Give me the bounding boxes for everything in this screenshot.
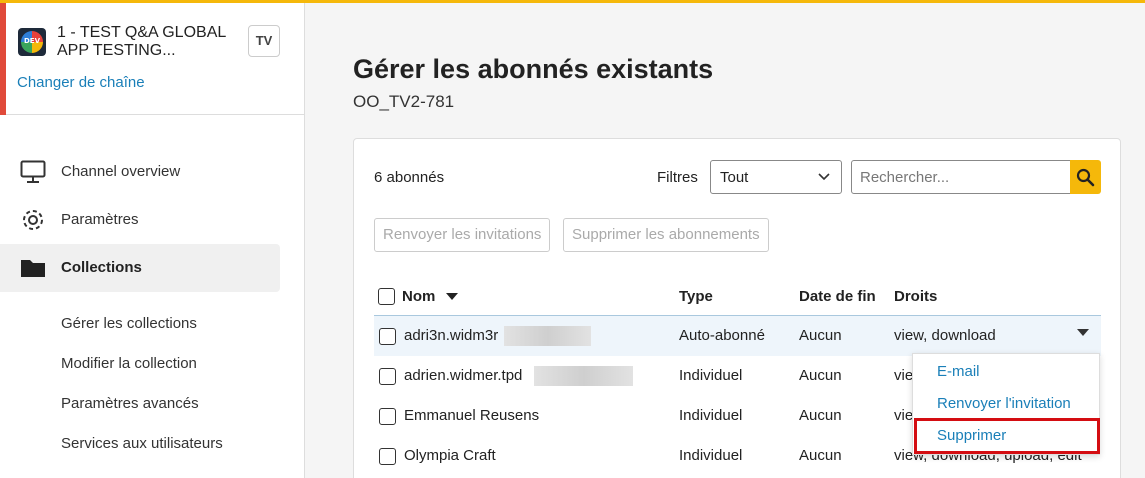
column-header-end-date: Date de fin — [799, 288, 876, 305]
row-name: adrien.widmer.tpd — [404, 367, 523, 384]
select-all-checkbox[interactable] — [378, 288, 395, 305]
resend-invitations-button[interactable]: Renvoyer les invitations — [374, 218, 551, 252]
menu-item-resend-invitation[interactable]: Renvoyer l'invitation — [937, 395, 1071, 412]
sidebar: DEV 1 - TEST Q&A GLOBAL APP TESTING... T… — [0, 3, 305, 478]
row-type: Individuel — [679, 407, 743, 424]
column-header-rights: Droits — [894, 288, 938, 305]
row-type: Individuel — [679, 367, 743, 384]
channel-header: DEV 1 - TEST Q&A GLOBAL APP TESTING... T… — [0, 3, 304, 115]
subscriber-count: 6 abonnés — [374, 169, 445, 186]
row-checkbox[interactable] — [379, 408, 396, 425]
delete-subscriptions-button[interactable]: Supprimer les abonnements — [563, 218, 769, 252]
row-name: Olympia Craft — [404, 447, 496, 464]
redacted-text — [534, 366, 633, 386]
search-input[interactable] — [851, 160, 1071, 194]
sidebar-item-collections[interactable]: Collections — [0, 244, 280, 292]
channel-accent-bar — [0, 3, 6, 115]
page-title: Gérer les abonnés existants — [353, 54, 714, 84]
search-icon — [1076, 168, 1095, 187]
sidebar-item-label: Paramètres — [61, 211, 139, 228]
row-end-date: Aucun — [799, 447, 842, 464]
row-end-date: Aucun — [799, 407, 842, 424]
table-row[interactable]: adri3n.widm3r Auto-abonné Aucun view, do… — [374, 316, 1101, 356]
row-name: adri3n.widm3r — [404, 327, 499, 344]
channel-name: 1 - TEST Q&A GLOBAL APP TESTING... — [57, 24, 226, 59]
filter-select[interactable]: Tout — [710, 160, 842, 194]
channel-logo-text: DEV — [23, 37, 40, 45]
row-checkbox[interactable] — [379, 328, 396, 345]
channel-type-badge: TV — [248, 25, 280, 57]
row-name: Emmanuel Reusens — [404, 407, 540, 424]
channel-logo: DEV — [18, 28, 46, 56]
sidebar-item-label: Channel overview — [61, 163, 181, 180]
sidebar-subitem-edit-collection[interactable]: Modifier la collection — [61, 355, 197, 372]
column-header-name[interactable]: Nom — [402, 288, 458, 305]
row-checkbox[interactable] — [379, 448, 396, 465]
row-rights: vie — [894, 367, 914, 384]
search-button[interactable] — [1070, 160, 1101, 194]
row-checkbox[interactable] — [379, 368, 396, 385]
folder-icon — [20, 256, 46, 280]
sidebar-subitem-manage-collections[interactable]: Gérer les collections — [61, 315, 197, 332]
row-type: Individuel — [679, 447, 743, 464]
sidebar-subitem-advanced-settings[interactable]: Paramètres avancés — [61, 395, 199, 412]
sidebar-item-channel-overview[interactable]: Channel overview — [0, 148, 280, 196]
sort-desc-icon — [445, 293, 458, 300]
row-end-date: Aucun — [799, 327, 842, 344]
column-header-name-label: Nom — [402, 288, 436, 305]
column-header-type: Type — [679, 288, 713, 305]
change-channel-link[interactable]: Changer de chaîne — [17, 74, 145, 91]
sidebar-subitem-user-services[interactable]: Services aux utilisateurs — [61, 435, 223, 452]
redacted-text — [504, 326, 591, 346]
row-type: Auto-abonné — [679, 327, 765, 344]
menu-item-email[interactable]: E-mail — [937, 363, 980, 380]
delete-highlight-box — [914, 418, 1100, 454]
chevron-down-icon — [818, 173, 830, 181]
row-menu-toggle-icon[interactable] — [1077, 329, 1089, 337]
sidebar-item-settings[interactable]: Paramètres — [0, 196, 280, 244]
filter-select-value: Tout — [720, 169, 749, 186]
row-rights: view, download — [894, 327, 996, 344]
row-rights: vie — [894, 407, 914, 424]
row-end-date: Aucun — [799, 367, 842, 384]
page-subtitle: OO_TV2-781 — [353, 92, 455, 111]
filters-label: Filtres — [657, 169, 698, 186]
sidebar-item-label: Collections — [61, 259, 142, 276]
monitor-icon — [20, 160, 46, 184]
gear-icon — [20, 208, 46, 232]
